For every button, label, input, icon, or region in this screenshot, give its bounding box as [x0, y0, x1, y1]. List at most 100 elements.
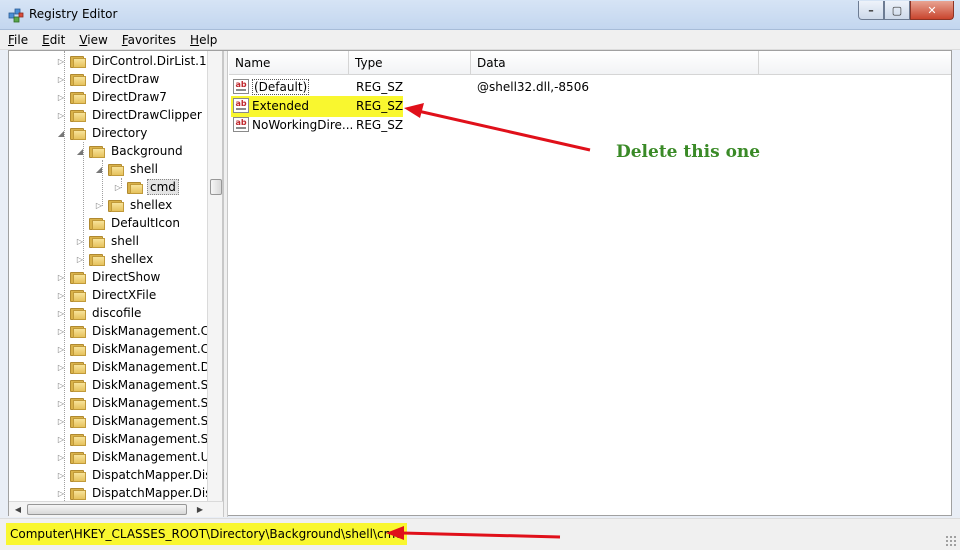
folder-icon: [70, 415, 86, 428]
folder-icon: [70, 343, 86, 356]
expand-arrow-icon[interactable]: ▷: [56, 57, 66, 66]
tree-item[interactable]: ▷ DiskManagement.Sna: [56, 430, 222, 448]
string-value-icon: ab: [233, 98, 249, 113]
folder-icon: [70, 73, 86, 86]
expand-arrow-icon[interactable]: ▷: [56, 111, 66, 120]
close-button[interactable]: ✕: [910, 1, 954, 20]
expand-arrow-icon[interactable]: ▷: [56, 399, 66, 408]
tree-item[interactable]: ◢ Directory: [56, 124, 149, 142]
column-header-name[interactable]: Name: [229, 51, 349, 75]
tree-item[interactable]: ▷ discofile: [56, 304, 143, 322]
expand-arrow-icon[interactable]: ▷: [56, 309, 66, 318]
annotation-text: Delete this one: [616, 142, 761, 162]
value-name-cell: ab NoWorkingDire...: [233, 115, 353, 134]
expand-arrow-icon[interactable]: ▷: [56, 273, 66, 282]
tree-item[interactable]: ▷ DispatchMapper.Disp: [56, 466, 221, 484]
tree-item[interactable]: ▷ shellex: [75, 250, 155, 268]
folder-open-icon: [70, 127, 86, 140]
status-path: Computer\HKEY_CLASSES_ROOT\Directory\Bac…: [6, 523, 407, 545]
tree-item[interactable]: ▷ DirectShow: [56, 268, 162, 286]
folder-open-icon: [89, 145, 105, 158]
expand-arrow-icon[interactable]: ▷: [113, 183, 123, 192]
tree-item[interactable]: ▷ shellex: [94, 196, 174, 214]
folder-open-icon: [108, 163, 124, 176]
expand-arrow-icon[interactable]: ▷: [94, 201, 104, 210]
pane-splitter[interactable]: [223, 51, 228, 517]
folder-icon: [89, 253, 105, 266]
value-row[interactable]: ab (Default) REG_SZ @shell32.dll,-8506: [229, 77, 951, 96]
status-bar: Computer\HKEY_CLASSES_ROOT\Directory\Bac…: [0, 518, 960, 550]
expand-arrow-icon[interactable]: ▷: [56, 453, 66, 462]
resize-grip-icon[interactable]: [945, 535, 957, 547]
menu-favorites[interactable]: Favorites: [122, 33, 176, 47]
scroll-thumb[interactable]: [27, 504, 187, 515]
maximize-button[interactable]: ▢: [884, 1, 910, 20]
tree-item-label: DirControl.DirList.10.0: [92, 54, 223, 68]
tree-horizontal-scrollbar[interactable]: ◀ ▶: [9, 501, 223, 517]
tree-item[interactable]: ▷ DirectXFile: [56, 286, 158, 304]
expand-arrow-icon[interactable]: ▷: [56, 345, 66, 354]
expand-arrow-icon[interactable]: ▷: [56, 291, 66, 300]
value-row[interactable]: ab NoWorkingDire... REG_SZ: [229, 115, 951, 134]
expand-arrow-icon[interactable]: ▷: [75, 255, 85, 264]
menu-help[interactable]: Help: [190, 33, 217, 47]
collapse-arrow-icon[interactable]: ◢: [75, 147, 85, 156]
expand-arrow-icon[interactable]: ▷: [56, 75, 66, 84]
menu-bar: File Edit View Favorites Help: [0, 30, 960, 50]
folder-icon: [70, 91, 86, 104]
registry-editor-icon: [8, 8, 24, 23]
folder-icon: [70, 109, 86, 122]
expand-arrow-icon[interactable]: ▷: [56, 93, 66, 102]
value-name: Extended: [252, 98, 309, 113]
value-data: @shell32.dll,-8506: [477, 79, 589, 94]
value-type: REG_SZ: [356, 79, 404, 94]
expand-arrow-icon[interactable]: ▷: [56, 327, 66, 336]
expand-arrow-icon[interactable]: ▷: [56, 381, 66, 390]
tree-item-label: shellex: [130, 198, 173, 212]
tree-item[interactable]: ▷ shell: [75, 232, 141, 250]
expand-arrow-icon[interactable]: ▷: [75, 237, 85, 246]
menu-view[interactable]: View: [79, 33, 107, 47]
value-row-extended[interactable]: ab Extended REG_SZ: [229, 96, 951, 115]
tree-item[interactable]: ▷ DirectDrawClipper: [56, 106, 204, 124]
column-header-type[interactable]: Type: [349, 51, 471, 75]
expand-arrow-icon[interactable]: ▷: [56, 363, 66, 372]
tree-item-label: DirectDrawClipper: [92, 108, 202, 122]
tree-item[interactable]: ◢ shell: [94, 160, 160, 178]
scroll-thumb[interactable]: [210, 179, 222, 195]
tree-item[interactable]: ◢ Background: [75, 142, 185, 160]
tree-item[interactable]: ▷ DirectDraw: [56, 70, 161, 88]
tree-item[interactable]: ▷ DirectDraw7: [56, 88, 169, 106]
tree-item-label: DispatchMapper.Disp: [92, 486, 220, 500]
tree-item-selected[interactable]: ▷ cmd: [113, 178, 179, 196]
scroll-right-arrow-icon[interactable]: ▶: [194, 504, 206, 516]
expand-arrow-icon[interactable]: ▷: [56, 471, 66, 480]
tree-vertical-scrollbar[interactable]: [207, 51, 222, 501]
scroll-left-arrow-icon[interactable]: ◀: [12, 504, 24, 516]
tree-item[interactable]: ▷ DiskManagement.Sna: [56, 394, 222, 412]
value-type: REG_SZ: [356, 98, 404, 113]
column-header-data[interactable]: Data: [471, 51, 759, 75]
expand-arrow-icon[interactable]: ▷: [56, 435, 66, 444]
menu-edit[interactable]: Edit: [42, 33, 65, 47]
expand-arrow-icon[interactable]: ▷: [56, 489, 66, 498]
tree-item[interactable]: ▷ DirControl.DirList.10.0: [56, 52, 223, 70]
tree-item[interactable]: ▷ DiskManagement.UIT: [56, 448, 222, 466]
folder-icon: [70, 271, 86, 284]
collapse-arrow-icon[interactable]: ◢: [94, 165, 104, 174]
menu-file[interactable]: File: [8, 33, 28, 47]
window-title: Registry Editor: [29, 7, 118, 21]
tree-item[interactable]: ▷ DiskManagement.Cor: [56, 322, 222, 340]
tree-item[interactable]: ▷ DiskManagement.Dat: [56, 358, 222, 376]
tree-item[interactable]: ▷ DiskManagement.Cor: [56, 340, 222, 358]
folder-icon: [70, 397, 86, 410]
tree-item[interactable]: ▷ DiskManagement.Sna: [56, 412, 222, 430]
collapse-arrow-icon[interactable]: ◢: [56, 129, 66, 138]
minimize-button[interactable]: –: [858, 1, 884, 20]
expand-arrow-icon[interactable]: ▷: [56, 417, 66, 426]
tree-item[interactable]: DefaultIcon: [75, 214, 182, 232]
main-area: ▷ DirControl.DirList.10.0 ▷ DirectDraw ▷…: [8, 50, 952, 517]
tree-item[interactable]: ▷ DispatchMapper.Disp: [56, 484, 221, 501]
value-name-cell: ab Extended: [233, 96, 309, 115]
tree-item[interactable]: ▷ DiskManagement.Sna: [56, 376, 222, 394]
